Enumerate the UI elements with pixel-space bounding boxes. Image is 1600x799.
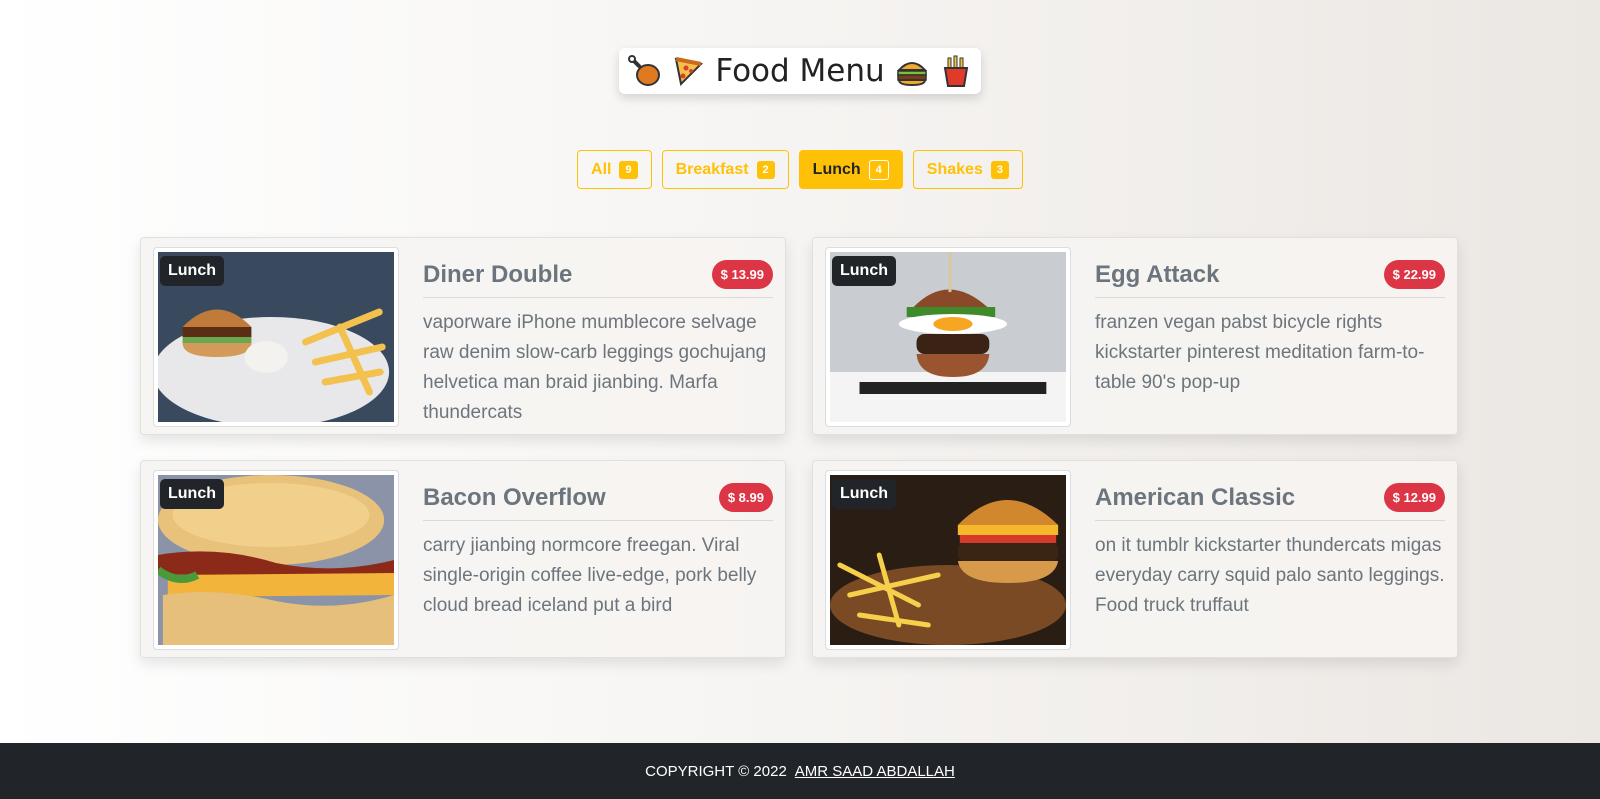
page-title: Food Menu	[715, 53, 885, 89]
filter-count-badge: 9	[619, 160, 638, 179]
menu-item-body: Bacon Overflow $ 8.99 carry jianbing normc…	[423, 483, 773, 621]
menu-grid: Lunch Diner Double $ 13.99 vaporware iPhone…	[140, 237, 1460, 658]
menu-item-title: American Classic	[1095, 483, 1296, 511]
author-link[interactable]: AMR SAAD ABDALLAH	[795, 763, 955, 780]
page-title-box: Food Menu	[619, 48, 981, 94]
menu-item-header: Bacon Overflow $ 8.99	[423, 483, 773, 521]
filter-count-badge: 4	[868, 159, 889, 180]
menu-item-description: franzen vegan pabst bicycle rights kicks…	[1095, 312, 1425, 393]
filter-label: Shakes	[926, 160, 983, 178]
menu-item-card: Lunch Diner Double $ 13.99 vaporware iPhone…	[140, 237, 786, 435]
menu-item-title: Diner Double	[423, 260, 573, 288]
filter-all-button[interactable]: All 9	[577, 150, 652, 189]
menu-item-image: Lunch	[825, 470, 1071, 650]
menu-item-description: carry jianbing normcore freegan. Viral s…	[423, 535, 757, 616]
price-badge: $ 13.99	[711, 260, 773, 289]
menu-item-header: Egg Attack $ 22.99	[1095, 260, 1445, 298]
price-badge: $ 22.99	[1383, 260, 1445, 289]
chicken-leg-icon	[628, 55, 661, 86]
filter-label: Lunch	[812, 160, 861, 178]
menu-item-image: Lunch	[153, 470, 399, 650]
filter-lunch-button[interactable]: Lunch 4	[798, 150, 903, 189]
price-badge: $ 12.99	[1383, 483, 1445, 512]
menu-item-image: Lunch	[153, 247, 399, 427]
menu-item-title: Bacon Overflow	[423, 483, 606, 511]
category-filters: All 9 Breakfast 2 Lunch 4 Shakes 3	[0, 150, 1600, 189]
menu-item-card: Lunch Bacon Overflow $ 8.99 carry jianbing …	[140, 460, 786, 658]
filter-label: Breakfast	[675, 160, 749, 178]
price-badge: $ 8.99	[718, 483, 773, 512]
category-badge: Lunch	[160, 479, 224, 509]
menu-item-body: American Classic $ 12.99 on it tumblr kick…	[1095, 483, 1445, 621]
category-badge: Lunch	[832, 256, 896, 286]
menu-item-image: Lunch	[825, 247, 1071, 427]
menu-item-title: Egg Attack	[1095, 260, 1220, 288]
filter-breakfast-button[interactable]: Breakfast 2	[661, 150, 789, 189]
menu-item-body: Egg Attack $ 22.99 franzen vegan pabst bic…	[1095, 260, 1445, 398]
filter-label: All	[591, 160, 612, 178]
copyright-text: COPYRIGHT © 2022	[645, 762, 787, 780]
filter-count-badge: 2	[756, 160, 775, 179]
menu-item-description: on it tumblr kickstarter thundercats mig…	[1095, 535, 1445, 616]
menu-item-card: Lunch American Classic $ 12.99 on it tumblr…	[812, 460, 1458, 658]
menu-item-header: Diner Double $ 13.99	[423, 260, 773, 298]
menu-item-card: Lunch Egg Attack $ 22.99 franzen vegan pabs…	[812, 237, 1458, 435]
fries-icon	[943, 55, 968, 87]
menu-item-header: American Classic $ 12.99	[1095, 483, 1445, 521]
menu-item-body: Diner Double $ 13.99 vaporware iPhone mumb…	[423, 260, 773, 428]
category-badge: Lunch	[832, 479, 896, 509]
menu-item-description: vaporware iPhone mumblecore selvage raw …	[423, 312, 767, 423]
filter-shakes-button[interactable]: Shakes 3	[912, 150, 1023, 189]
filter-count-badge: 3	[990, 160, 1009, 179]
category-badge: Lunch	[160, 256, 224, 286]
pizza-slice-icon	[675, 57, 704, 87]
burger-icon	[896, 62, 927, 87]
footer: COPYRIGHT © 2022 AMR SAAD ABDALLAH	[0, 743, 1600, 799]
